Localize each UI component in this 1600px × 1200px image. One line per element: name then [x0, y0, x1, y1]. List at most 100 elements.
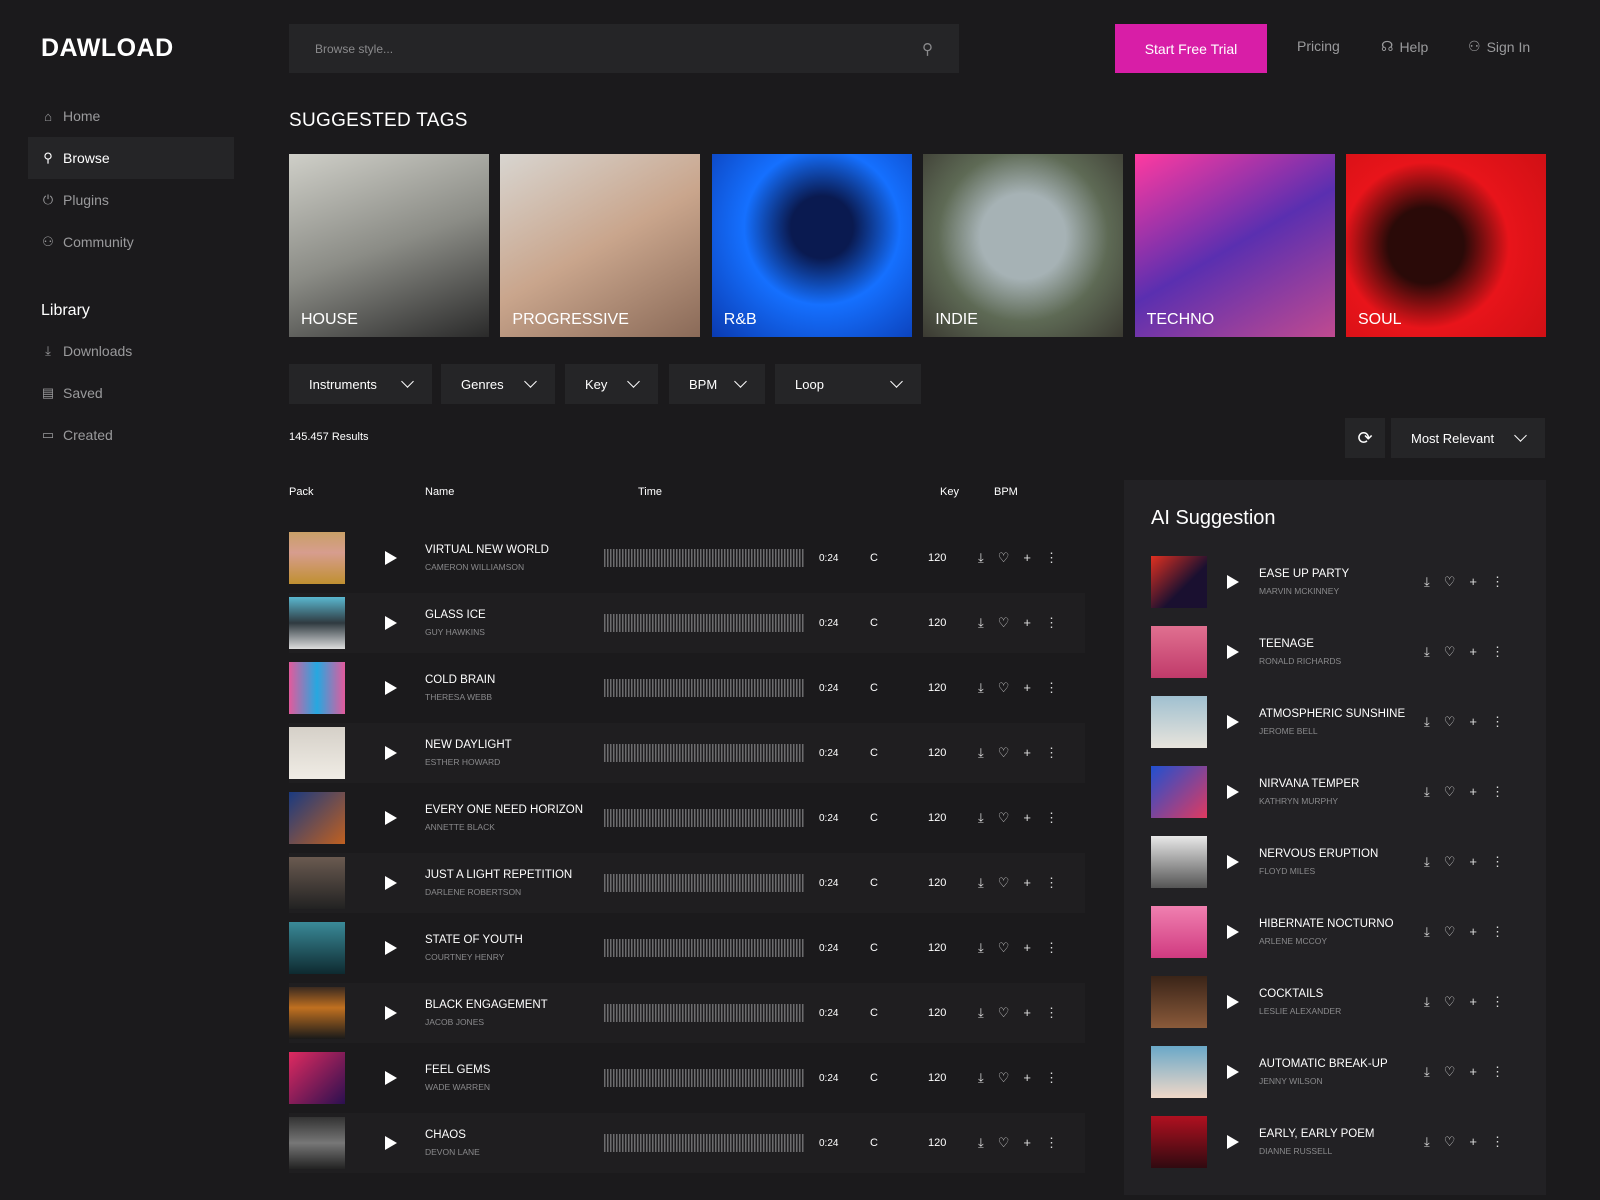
ai-suggestion-item[interactable]: EASE UP PARTY MARVIN MCKINNEY ⤓ ♡ + ⋮: [1151, 556, 1521, 608]
play-icon[interactable]: [1227, 925, 1239, 939]
table-row[interactable]: STATE OF YOUTH COURTNEY HENRY 0:24 C 120 ⤓…: [289, 918, 1085, 978]
download-icon[interactable]: ⤓: [1424, 994, 1430, 1010]
download-icon[interactable]: ⤓: [1424, 714, 1430, 730]
table-row[interactable]: CHAOS DEVON LANE 0:24 C 120 ⤓ ♡ + ⋮: [289, 1113, 1085, 1173]
table-row[interactable]: GLASS ICE GUY HAWKINS 0:24 C 120 ⤓ ♡ + ⋮: [289, 593, 1085, 653]
download-icon[interactable]: ⤓: [978, 745, 984, 761]
heart-icon[interactable]: ♡: [1444, 574, 1456, 590]
download-icon[interactable]: ⤓: [978, 810, 984, 826]
filter-genres[interactable]: Genres: [441, 364, 555, 404]
waveform[interactable]: [604, 614, 804, 632]
download-icon[interactable]: ⤓: [978, 615, 984, 631]
download-icon[interactable]: ⤓: [1424, 784, 1430, 800]
play-icon[interactable]: [385, 811, 397, 825]
add-icon[interactable]: +: [1023, 680, 1031, 696]
play-icon[interactable]: [385, 1136, 397, 1150]
sign-in-link[interactable]: ⚇ Sign In: [1468, 38, 1530, 55]
heart-icon[interactable]: ♡: [1444, 924, 1456, 940]
heart-icon[interactable]: ♡: [998, 1005, 1010, 1021]
ai-suggestion-item[interactable]: AUTOMATIC BREAK-UP JENNY WILSON ⤓ ♡ + ⋮: [1151, 1046, 1521, 1098]
filter-instruments[interactable]: Instruments: [289, 364, 432, 404]
download-icon[interactable]: ⤓: [1424, 1134, 1430, 1150]
play-icon[interactable]: [385, 1006, 397, 1020]
tag-card[interactable]: PROGRESSIVE: [500, 154, 701, 337]
more-icon[interactable]: ⋮: [1491, 644, 1504, 660]
play-icon[interactable]: [1227, 995, 1239, 1009]
play-icon[interactable]: [1227, 575, 1239, 589]
sidebar-item-plugins[interactable]: ⏻ Plugins: [28, 179, 234, 221]
col-name[interactable]: Name: [425, 486, 454, 498]
add-icon[interactable]: +: [1469, 574, 1477, 590]
download-icon[interactable]: ⤓: [978, 1135, 984, 1151]
sidebar-item-browse[interactable]: ⚲ Browse: [28, 137, 234, 179]
add-icon[interactable]: +: [1469, 994, 1477, 1010]
add-icon[interactable]: +: [1469, 1134, 1477, 1150]
more-icon[interactable]: ⋮: [1491, 994, 1504, 1010]
play-icon[interactable]: [385, 1071, 397, 1085]
ai-suggestion-item[interactable]: HIBERNATE NOCTURNO ARLENE MCCOY ⤓ ♡ + ⋮: [1151, 906, 1521, 958]
more-icon[interactable]: ⋮: [1045, 1005, 1058, 1021]
heart-icon[interactable]: ♡: [998, 550, 1010, 566]
col-key[interactable]: Key: [940, 486, 959, 498]
add-icon[interactable]: +: [1023, 1135, 1031, 1151]
table-row[interactable]: VIRTUAL NEW WORLD CAMERON WILLIAMSON 0:24…: [289, 528, 1085, 588]
heart-icon[interactable]: ♡: [1444, 644, 1456, 660]
add-icon[interactable]: +: [1023, 875, 1031, 891]
add-icon[interactable]: +: [1469, 644, 1477, 660]
start-free-trial-button[interactable]: Start Free Trial: [1115, 24, 1267, 73]
brand-logo[interactable]: DAWLOAD: [41, 34, 174, 63]
ai-suggestion-item[interactable]: COCKTAILS LESLIE ALEXANDER ⤓ ♡ + ⋮: [1151, 976, 1521, 1028]
table-row[interactable]: JUST A LIGHT REPETITION DARLENE ROBERTSON…: [289, 853, 1085, 913]
tag-card[interactable]: SOUL: [1346, 154, 1546, 337]
download-icon[interactable]: ⤓: [1424, 644, 1430, 660]
waveform[interactable]: [604, 939, 804, 957]
tag-card[interactable]: TECHNO: [1134, 154, 1335, 337]
waveform[interactable]: [604, 809, 804, 827]
download-icon[interactable]: ⤓: [978, 1070, 984, 1086]
col-pack[interactable]: Pack: [289, 486, 313, 498]
heart-icon[interactable]: ♡: [1444, 994, 1456, 1010]
more-icon[interactable]: ⋮: [1045, 550, 1058, 566]
heart-icon[interactable]: ♡: [998, 1070, 1010, 1086]
ai-suggestion-item[interactable]: NIRVANA TEMPER KATHRYN MURPHY ⤓ ♡ + ⋮: [1151, 766, 1521, 818]
heart-icon[interactable]: ♡: [998, 745, 1010, 761]
heart-icon[interactable]: ♡: [998, 615, 1010, 631]
add-icon[interactable]: +: [1023, 615, 1031, 631]
download-icon[interactable]: ⤓: [978, 940, 984, 956]
add-icon[interactable]: +: [1023, 940, 1031, 956]
add-icon[interactable]: +: [1023, 810, 1031, 826]
heart-icon[interactable]: ♡: [998, 680, 1010, 696]
table-row[interactable]: FEEL GEMS WADE WARREN 0:24 C 120 ⤓ ♡ + ⋮: [289, 1048, 1085, 1108]
heart-icon[interactable]: ♡: [998, 1135, 1010, 1151]
add-icon[interactable]: +: [1469, 714, 1477, 730]
sort-dropdown[interactable]: Most Relevant: [1391, 418, 1545, 458]
more-icon[interactable]: ⋮: [1045, 680, 1058, 696]
filter-bpm[interactable]: BPM: [669, 364, 765, 404]
filter-loop[interactable]: Loop: [775, 364, 921, 404]
download-icon[interactable]: ⤓: [978, 550, 984, 566]
play-icon[interactable]: [1227, 1135, 1239, 1149]
table-row[interactable]: BLACK ENGAGEMENT JACOB JONES 0:24 C 120 ⤓ ♡…: [289, 983, 1085, 1043]
ai-suggestion-item[interactable]: ATMOSPHERIC SUNSHINE JEROME BELL ⤓ ♡ + ⋮: [1151, 696, 1521, 748]
heart-icon[interactable]: ♡: [1444, 1064, 1456, 1080]
add-icon[interactable]: +: [1469, 1064, 1477, 1080]
tag-card[interactable]: INDIE: [923, 154, 1124, 337]
more-icon[interactable]: ⋮: [1491, 784, 1504, 800]
download-icon[interactable]: ⤓: [1424, 574, 1430, 590]
waveform[interactable]: [604, 1004, 804, 1022]
search-input[interactable]: Browse style... ⚲: [289, 24, 959, 73]
help-link[interactable]: ☊ Help: [1381, 38, 1428, 55]
heart-icon[interactable]: ♡: [1444, 784, 1456, 800]
download-icon[interactable]: ⤓: [978, 1005, 984, 1021]
more-icon[interactable]: ⋮: [1045, 1135, 1058, 1151]
play-icon[interactable]: [1227, 855, 1239, 869]
heart-icon[interactable]: ♡: [1444, 854, 1456, 870]
more-icon[interactable]: ⋮: [1045, 615, 1058, 631]
sidebar-item-home[interactable]: ⌂ Home: [28, 95, 234, 137]
play-icon[interactable]: [385, 746, 397, 760]
add-icon[interactable]: +: [1469, 784, 1477, 800]
download-icon[interactable]: ⤓: [978, 875, 984, 891]
download-icon[interactable]: ⤓: [1424, 1064, 1430, 1080]
table-row[interactable]: NEW DAYLIGHT ESTHER HOWARD 0:24 C 120 ⤓ ♡ + ⋮: [289, 723, 1085, 783]
play-icon[interactable]: [385, 681, 397, 695]
